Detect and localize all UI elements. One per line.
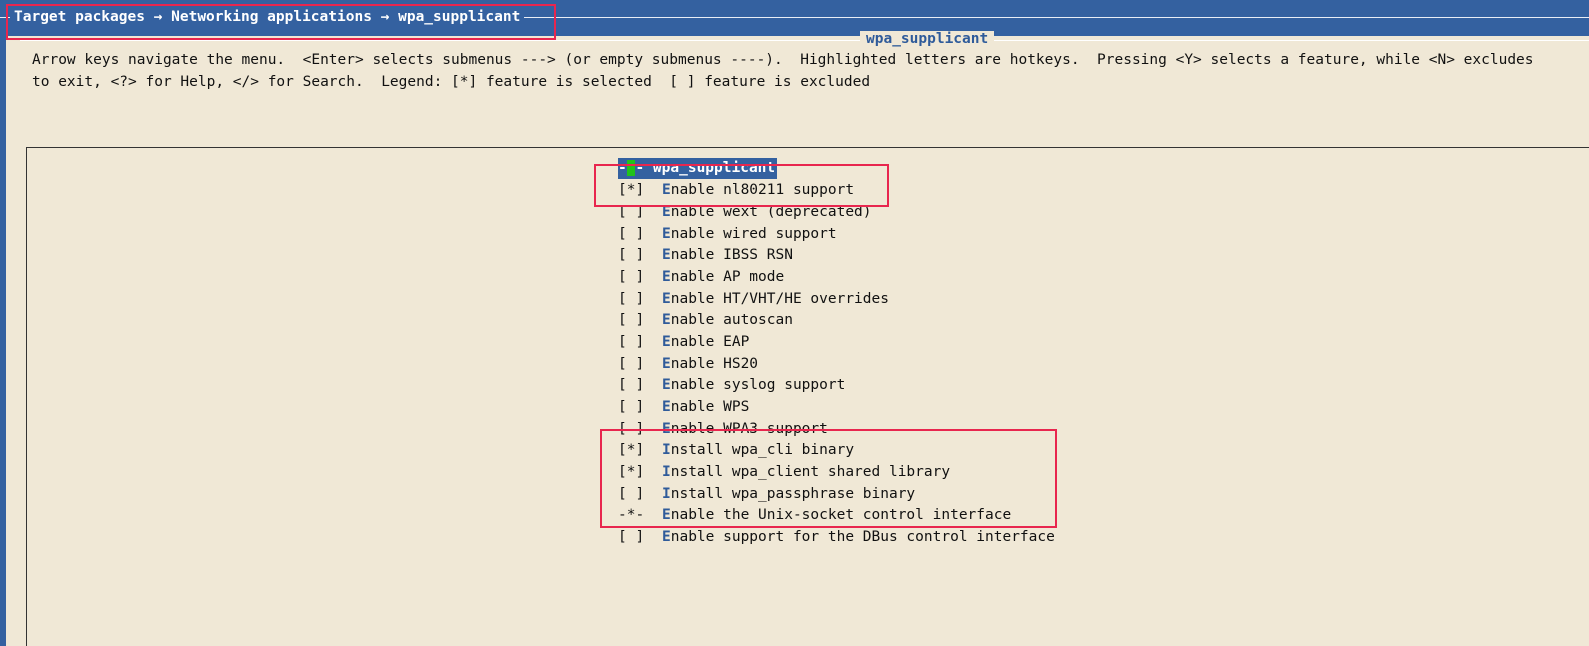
hotkey-letter: E [662,269,671,285]
dialog-top-border [20,40,1589,41]
menu-item-ap-mode[interactable]: [ ] Enable AP mode [618,267,784,288]
annotation-box-nl80211 [594,164,889,207]
checkbox-mark: [ ] [618,291,645,307]
menu-item-ht-overrides[interactable]: [ ] Enable HT/VHT/HE overrides [618,289,889,310]
menu-item-label: nable support for the DBus control inter… [670,529,1055,545]
menu-item-label: nable EAP [670,334,750,350]
hotkey-letter: E [662,226,671,242]
menu-item-label: nable wired support [670,226,837,242]
hotkey-letter: E [662,334,671,350]
hotkey-letter: E [662,291,671,307]
menu-item-autoscan[interactable]: [ ] Enable autoscan [618,310,793,331]
menu-item-label: nable WPS [670,399,750,415]
menu-item-label: nable syslog support [670,377,846,393]
help-text-line-1: Arrow keys navigate the menu. <Enter> se… [32,52,1534,68]
hotkey-letter: E [662,399,671,415]
menu-item-label: nable HT/VHT/HE overrides [670,291,889,307]
hotkey-letter: E [662,247,671,263]
menu-item-eap[interactable]: [ ] Enable EAP [618,332,749,353]
menu-item-dbus[interactable]: [ ] Enable support for the DBus control i… [618,527,1055,548]
annotation-box-install-options [600,429,1057,528]
help-text-line-2: to exit, <?> for Help, </> for Search. L… [32,74,871,90]
menu-item-wired[interactable]: [ ] Enable wired support [618,224,837,245]
annotation-box-breadcrumb [6,4,556,40]
menu-item-label: nable HS20 [670,356,759,372]
dialog-title: wpa_supplicant [860,31,995,47]
hotkey-letter: E [662,377,671,393]
checkbox-mark: [ ] [618,377,645,393]
hotkey-letter: E [662,529,671,545]
menu-item-label: nable autoscan [670,312,793,328]
checkbox-mark: [ ] [618,226,645,242]
checkbox-mark: [ ] [618,399,645,415]
checkbox-mark: [ ] [618,312,645,328]
menu-item-ibss-rsn[interactable]: [ ] Enable IBSS RSN [618,245,793,266]
menu-item-syslog[interactable]: [ ] Enable syslog support [618,375,845,396]
menu-item-wps[interactable]: [ ] Enable WPS [618,397,749,418]
hotkey-letter: E [662,312,671,328]
hotkey-letter: E [662,356,671,372]
menu-item-label: nable AP mode [670,269,785,285]
checkbox-mark: [ ] [618,269,645,285]
checkbox-mark: [ ] [618,529,645,545]
menu-item-hs20[interactable]: [ ] Enable HS20 [618,354,758,375]
menu-item-label: nable IBSS RSN [670,247,793,263]
checkbox-mark: [ ] [618,356,645,372]
checkbox-mark: [ ] [618,247,645,263]
checkbox-mark: [ ] [618,334,645,350]
